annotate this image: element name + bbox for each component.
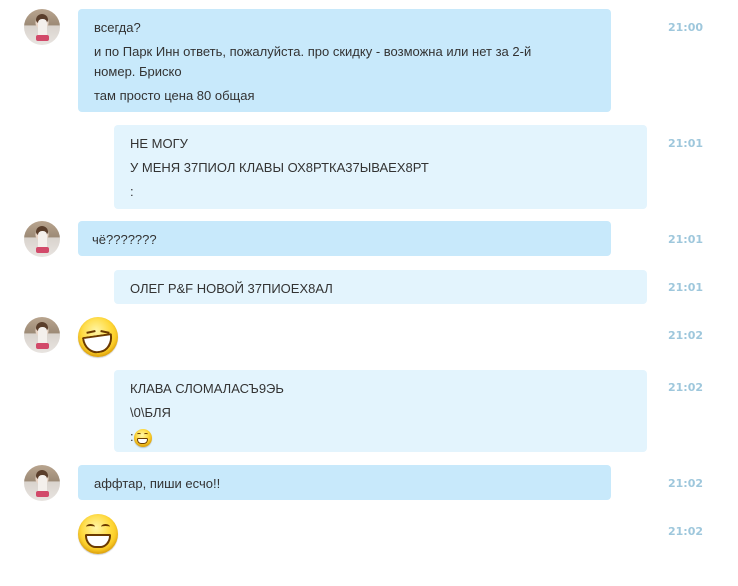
message-bubble-incoming: чё??????? — [78, 221, 611, 256]
contact-avatar[interactable] — [24, 221, 60, 257]
contact-avatar[interactable] — [24, 317, 60, 353]
message-bubble-incoming: аффтар, пиши есчо!! — [78, 465, 611, 500]
laugh-emoticon-icon — [78, 317, 118, 357]
message-bubble-incoming: всегда? и по Парк Инн ответь, пожалуйста… — [78, 9, 611, 112]
message-bubble-outgoing: ОЛЕГ Р&F НОВОЙ 37ПИОЕХ8АЛ — [114, 270, 647, 304]
message-text: : — [130, 184, 134, 199]
message-timestamp: 21:00 — [668, 21, 704, 34]
grin-emoticon-icon — [78, 514, 118, 554]
message-timestamp: 21:01 — [668, 137, 704, 150]
message-timestamp: 21:02 — [668, 329, 704, 342]
laugh-emoticon — [78, 317, 118, 362]
grin-emoticon — [78, 514, 118, 559]
message-timestamp: 21:01 — [668, 233, 704, 246]
message-text: ОЛЕГ Р&F НОВОЙ 37ПИОЕХ8АЛ — [130, 281, 333, 296]
message-bubble-outgoing: НЕ МОГУ У МЕНЯ 37ПИОЛ КЛАВЫ ОХ8РТКА37ЫВА… — [114, 125, 647, 209]
message-text: там просто цена 80 общая — [94, 88, 255, 103]
grin-emoticon-icon — [133, 428, 152, 447]
message-timestamp: 21:01 — [668, 281, 704, 294]
message-timestamp: 21:02 — [668, 477, 704, 490]
message-text: КЛАВА СЛОМАЛАСЪ9ЭЬ — [130, 381, 284, 396]
message-text: аффтар, пиши есчо!! — [94, 476, 221, 491]
message-text: НЕ МОГУ — [130, 136, 188, 151]
message-text: У МЕНЯ 37ПИОЛ КЛАВЫ ОХ8РТКА37ЫВАЕХ8РТ — [130, 160, 429, 175]
contact-avatar[interactable] — [24, 9, 60, 45]
message-text: \0\БЛЯ — [130, 405, 171, 420]
message-timestamp: 21:02 — [668, 525, 704, 538]
message-text: и по Парк Инн ответь, пожалуйста. про ск… — [94, 44, 535, 79]
contact-avatar[interactable] — [24, 465, 60, 501]
message-line: : — [130, 427, 631, 447]
message-bubble-outgoing: КЛАВА СЛОМАЛАСЪ9ЭЬ \0\БЛЯ : — [114, 370, 647, 452]
message-timestamp: 21:02 — [668, 381, 704, 394]
message-text: всегда? — [94, 20, 141, 35]
message-text: чё??????? — [92, 232, 157, 247]
